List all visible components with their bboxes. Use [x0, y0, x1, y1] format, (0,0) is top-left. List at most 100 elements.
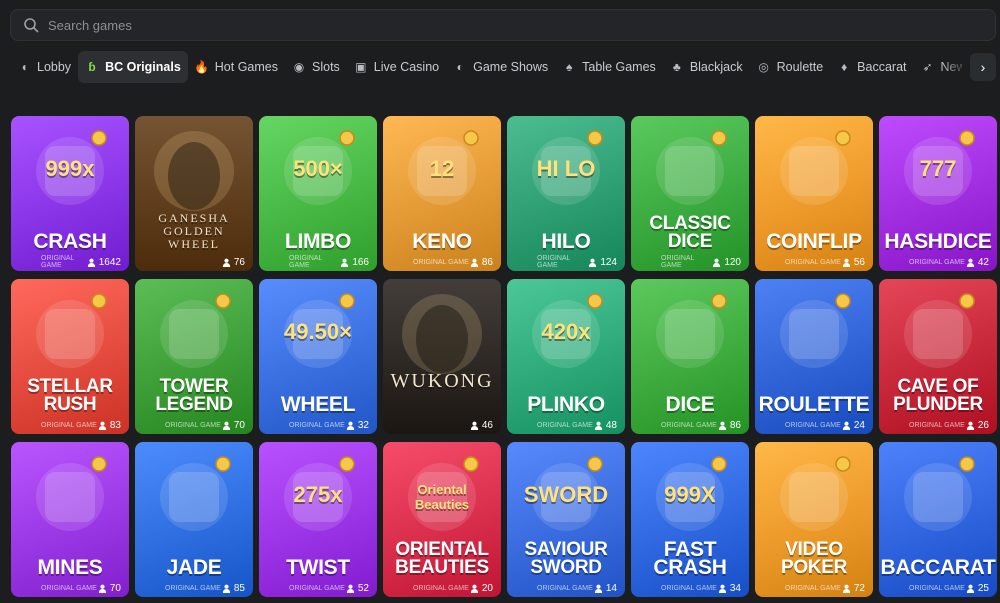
game-artwork [36, 456, 107, 531]
game-title: MINES [37, 556, 103, 579]
game-footer: ORIGINAL GAME 70 [135, 416, 253, 434]
game-card[interactable]: VIDEO POKER ORIGINAL GAME 72 [755, 442, 873, 597]
player-count: 70 [222, 420, 245, 431]
game-art-text: GANESHA GOLDEN WHEEL [158, 211, 230, 251]
player-count-value: 20 [481, 582, 493, 594]
player-count: 86 [718, 420, 741, 431]
user-icon [589, 258, 597, 267]
player-count-value: 120 [724, 256, 741, 268]
game-card[interactable]: JADE ORIGINAL GAME 85 [135, 442, 253, 597]
player-count: 25 [966, 583, 989, 594]
search-icon [24, 18, 39, 33]
original-game-label: ORIGINAL GAME [165, 421, 221, 429]
player-count-value: 124 [600, 256, 617, 268]
game-artwork [160, 456, 231, 531]
game-card[interactable]: 49.50× WHEEL ORIGINAL GAME 32 [259, 279, 377, 434]
game-art-text: 12 [429, 156, 455, 181]
player-count-value: 86 [729, 419, 741, 431]
game-art-text: 777 [919, 156, 957, 181]
game-art-text: 999X [664, 482, 716, 507]
original-game-label: ORIGINAL GAME [413, 584, 469, 592]
game-footer: ORIGINAL GAME 32 [259, 416, 377, 434]
original-game-label: ORIGINAL GAME [661, 584, 717, 592]
game-footer: ORIGINAL GAME 48 [507, 416, 625, 434]
game-card[interactable]: 420x PLINKO ORIGINAL GAME 48 [507, 279, 625, 434]
tab-label: Slots [312, 60, 340, 74]
tab-label: Game Shows [473, 60, 549, 74]
player-count: 24 [842, 420, 865, 431]
original-game-label: ORIGINAL GAME [909, 584, 965, 592]
flame-icon: 🔥 [194, 60, 210, 74]
game-artwork [780, 293, 851, 368]
game-card[interactable]: MINES ORIGINAL GAME 70 [11, 442, 129, 597]
tab-blackjack[interactable]: ♣ Blackjack [663, 51, 750, 83]
game-card[interactable]: STELLAR RUSH ORIGINAL GAME 83 [11, 279, 129, 434]
game-art-text: WUKONG [390, 370, 494, 392]
game-title: COINFLIP [766, 230, 862, 253]
game-title: LIMBO [284, 230, 352, 253]
player-count: 166 [340, 257, 369, 268]
player-count-value: 48 [605, 419, 617, 431]
user-icon [346, 584, 354, 593]
game-card[interactable]: 275x TWIST ORIGINAL GAME 52 [259, 442, 377, 597]
game-card[interactable]: DICE ORIGINAL GAME 86 [631, 279, 749, 434]
game-card[interactable]: GANESHA GOLDEN WHEEL 76 [135, 116, 253, 271]
game-title: SAVIOUR SWORD [524, 539, 608, 578]
game-title: HASHDICE [884, 230, 992, 253]
tab-game-shows[interactable]: ◐ Game Shows [446, 51, 555, 83]
player-count-value: 32 [357, 419, 369, 431]
game-card[interactable]: CLASSIC DICE ORIGINAL GAME 120 [631, 116, 749, 271]
tab-bc-originals[interactable]: ɓ BC Originals [78, 51, 188, 83]
user-icon [222, 584, 230, 593]
game-art-text: 275x [293, 482, 343, 507]
tab-slots[interactable]: ◉ Slots [285, 51, 347, 83]
game-card[interactable]: 999X FAST CRASH ORIGINAL GAME 34 [631, 442, 749, 597]
player-count-value: 46 [481, 419, 493, 431]
player-count: 14 [594, 583, 617, 594]
game-card[interactable]: WUKONG 46 [383, 279, 501, 434]
tab-lobby[interactable]: ◖ Lobby [10, 51, 78, 83]
game-card[interactable]: 500× LIMBO ORIGINAL GAME 166 [259, 116, 377, 271]
game-footer: ORIGINAL GAME 166 [259, 253, 377, 271]
game-card[interactable]: HI LO HILO ORIGINAL GAME 124 [507, 116, 625, 271]
game-footer: ORIGINAL GAME 26 [879, 416, 997, 434]
tab-hot-games[interactable]: 🔥 Hot Games [188, 51, 285, 83]
tabs-next-button[interactable]: › [970, 53, 996, 81]
search-input[interactable] [48, 17, 948, 33]
user-icon [470, 584, 478, 593]
player-count-value: 14 [605, 582, 617, 594]
game-card[interactable]: 777 HASHDICE ORIGINAL GAME 42 [879, 116, 997, 271]
game-footer: 76 [135, 253, 253, 271]
search-bar[interactable] [10, 9, 996, 41]
player-count-value: 85 [233, 582, 245, 594]
game-card[interactable]: SWORD SAVIOUR SWORD ORIGINAL GAME 14 [507, 442, 625, 597]
original-game-label: ORIGINAL GAME [289, 584, 345, 592]
player-count-value: 70 [109, 582, 121, 594]
tab-live-casino[interactable]: ▣ Live Casino [347, 51, 446, 83]
game-footer: ORIGINAL GAME 1642 [11, 253, 129, 271]
original-game-label: ORIGINAL GAME [413, 258, 469, 266]
game-footer: ORIGINAL GAME 86 [383, 253, 501, 271]
game-card[interactable]: BACCARAT ORIGINAL GAME 25 [879, 442, 997, 597]
game-card[interactable]: ROULETTE ORIGINAL GAME 24 [755, 279, 873, 434]
player-count: 70 [98, 583, 121, 594]
game-card[interactable]: 12 KENO ORIGINAL GAME 86 [383, 116, 501, 271]
player-count: 85 [222, 583, 245, 594]
tab-baccarat[interactable]: ♦ Baccarat [830, 51, 913, 83]
original-game-label: ORIGINAL GAME [289, 421, 345, 429]
original-game-label: ORIGINAL GAME [909, 258, 965, 266]
game-footer: ORIGINAL GAME 83 [11, 416, 129, 434]
tab-roulette[interactable]: ◎ Roulette [750, 51, 831, 83]
game-footer: ORIGINAL GAME 14 [507, 579, 625, 597]
game-card[interactable]: CAVE OF PLUNDER ORIGINAL GAME 26 [879, 279, 997, 434]
player-count: 120 [712, 257, 741, 268]
game-card[interactable]: 999x CRASH ORIGINAL GAME 1642 [11, 116, 129, 271]
game-card[interactable]: Oriental Beauties ORIENTAL BEAUTIES ORIGIN… [383, 442, 501, 597]
tab-table-games[interactable]: ♠ Table Games [555, 51, 663, 83]
tab-label: Table Games [582, 60, 656, 74]
game-card[interactable]: COINFLIP ORIGINAL GAME 56 [755, 116, 873, 271]
original-game-label: ORIGINAL GAME [785, 421, 841, 429]
game-artwork [36, 293, 107, 368]
game-card[interactable]: TOWER LEGEND ORIGINAL GAME 70 [135, 279, 253, 434]
player-count-value: 25 [977, 582, 989, 594]
